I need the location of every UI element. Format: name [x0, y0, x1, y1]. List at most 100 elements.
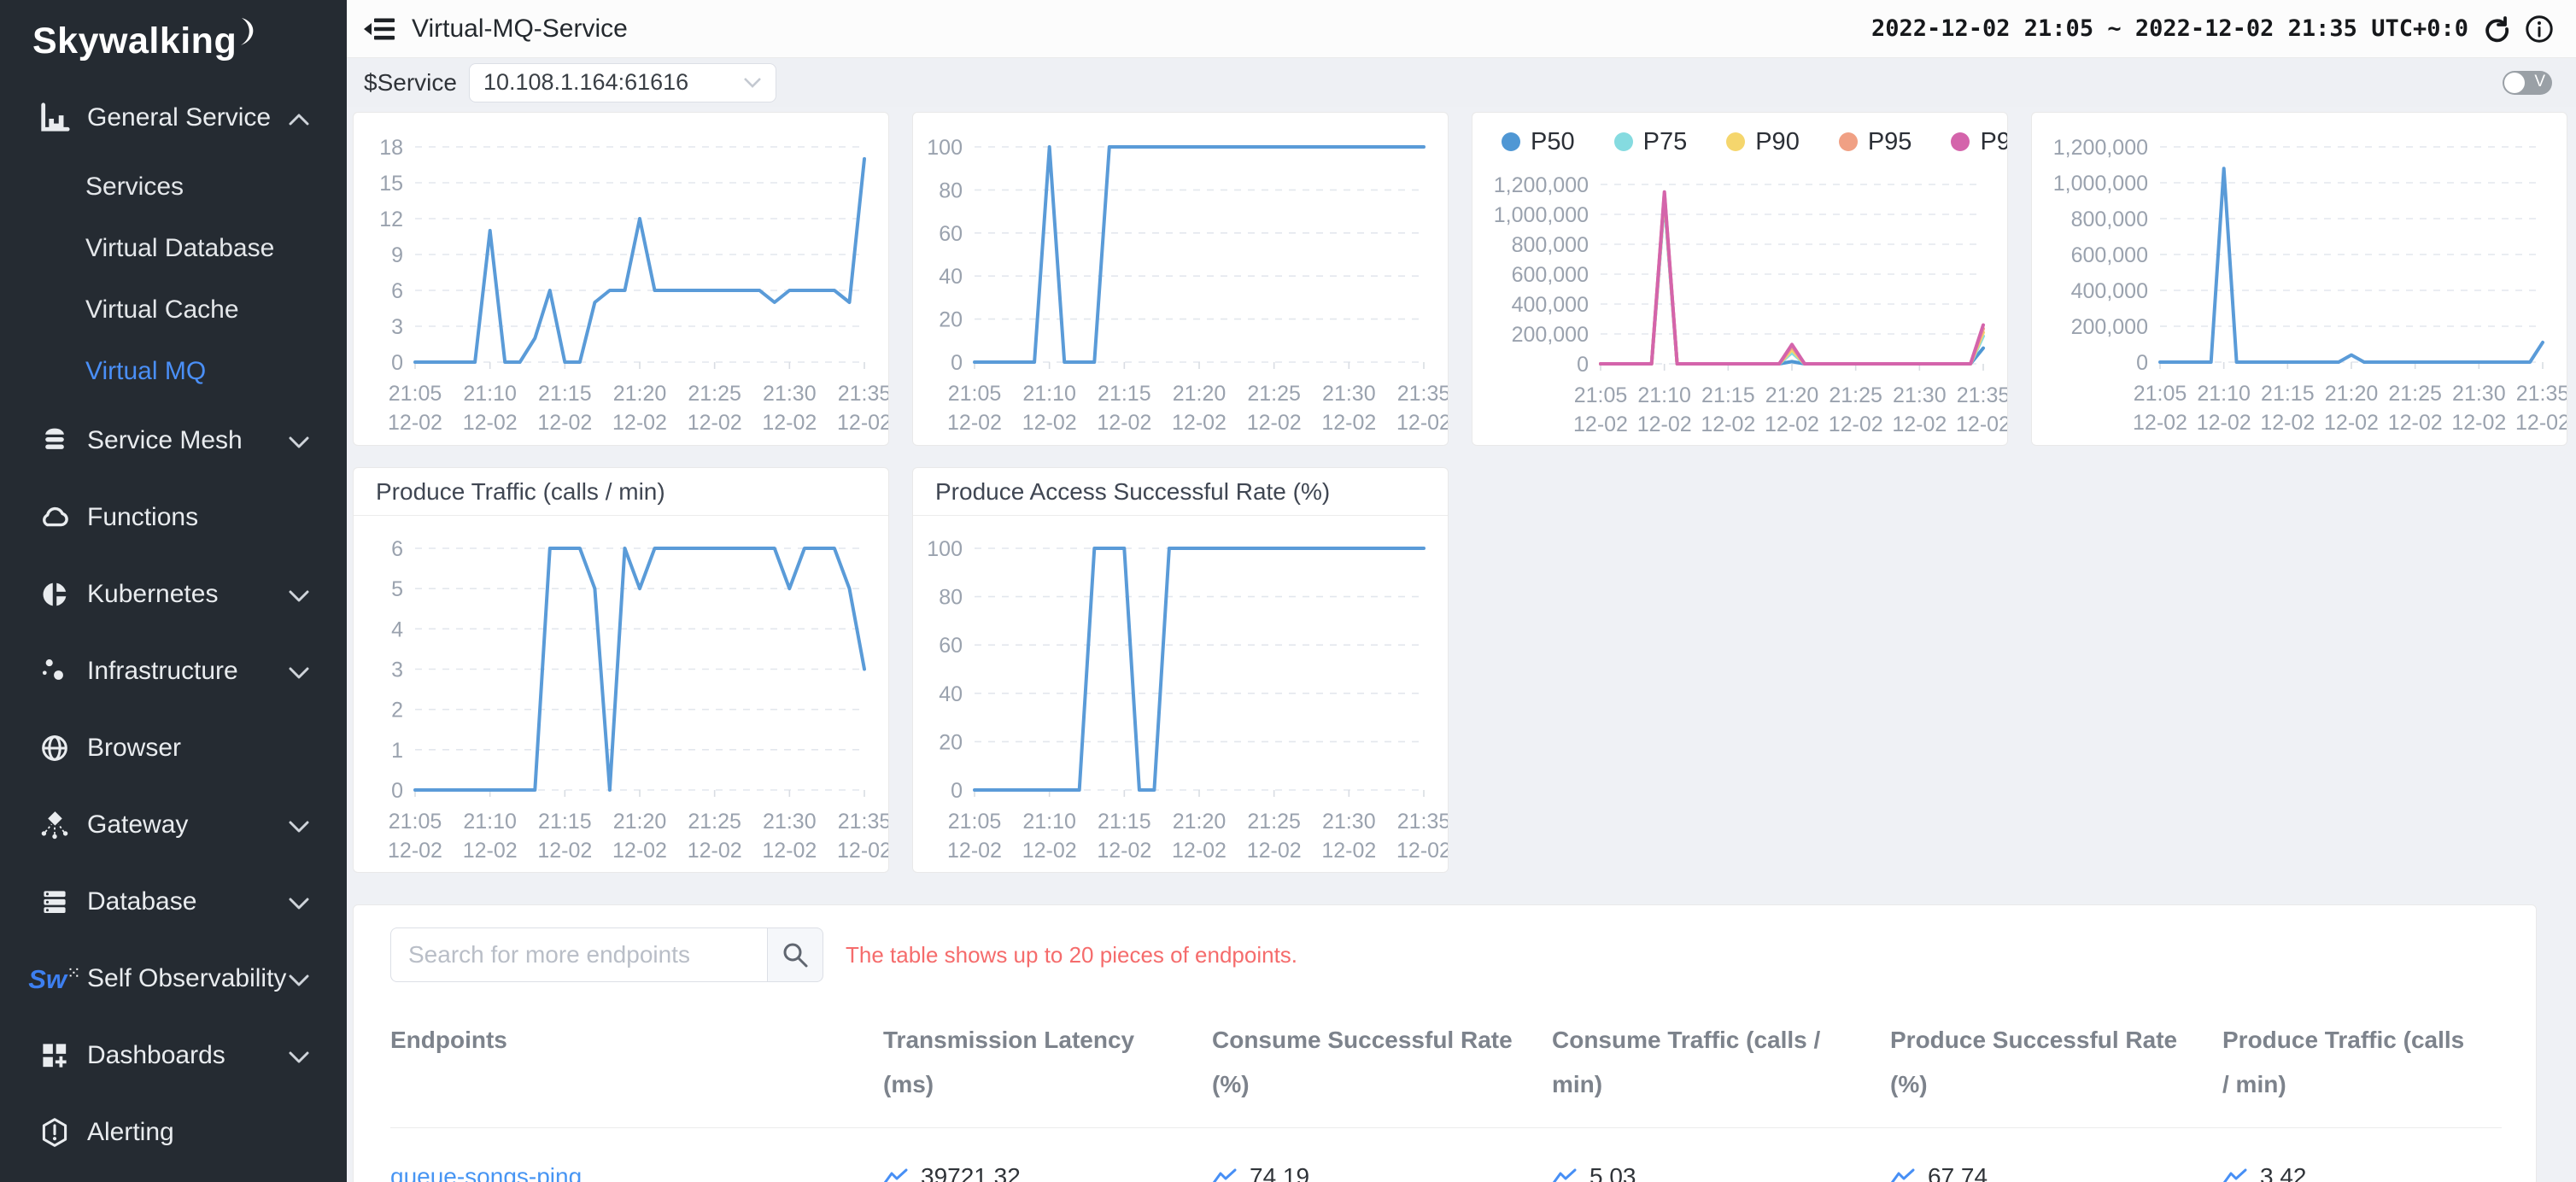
svg-text:21:20: 21:20	[1173, 382, 1227, 406]
chart-canvas[interactable]: 0200,000400,000600,000800,0001,000,0001,…	[2032, 118, 2567, 443]
chevron-down-icon	[743, 77, 762, 88]
svg-text:21:15: 21:15	[1098, 382, 1151, 406]
svg-text:21:25: 21:25	[1247, 382, 1301, 406]
alert-icon	[36, 1115, 73, 1150]
legend-item-p99[interactable]: P99	[1951, 128, 2008, 156]
sidebar-item-service-mesh[interactable]: Service Mesh	[0, 402, 347, 479]
svg-text:21:20: 21:20	[1765, 383, 1819, 407]
svg-text:5: 5	[391, 577, 403, 601]
sidebar-item-services[interactable]: Services	[0, 156, 347, 218]
svg-text:40: 40	[939, 265, 963, 289]
service-select-value: 10.108.1.164:61616	[483, 69, 688, 96]
legend-item-p90[interactable]: P90	[1726, 128, 1800, 156]
sidebar-item-infrastructure[interactable]: Infrastructure	[0, 633, 347, 710]
refresh-icon[interactable]	[2482, 15, 2511, 44]
sidebar-item-label: Gateway	[87, 810, 188, 840]
view-toggle[interactable]: V	[2503, 71, 2552, 95]
sparkline-icon[interactable]	[1890, 1167, 1916, 1182]
topbar-right: 2022-12-02 21:05 ~ 2022-12-02 21:35 UTC+…	[1871, 15, 2554, 44]
svg-text:12-02: 12-02	[1022, 839, 1077, 863]
svg-text:12-02: 12-02	[1637, 413, 1692, 436]
sidebar-item-dashboards[interactable]: Dashboards	[0, 1017, 347, 1094]
svg-text:12-02: 12-02	[612, 839, 667, 863]
sidebar-item-label: Service Mesh	[87, 426, 243, 455]
sidebar-item-virtual-mq[interactable]: Virtual MQ	[0, 341, 347, 402]
sparkline-icon[interactable]	[1212, 1167, 1238, 1182]
chart-canvas[interactable]: 02040608010021:0512-0221:1012-0221:1512-…	[913, 516, 1448, 871]
svg-text:21:20: 21:20	[613, 382, 667, 406]
svg-text:21:30: 21:30	[2452, 382, 2506, 406]
chart-panel: Produce Traffic (calls / min)012345621:0…	[353, 467, 889, 873]
svg-text:21:15: 21:15	[538, 382, 592, 406]
sidebar-item-general-service[interactable]: General Service	[0, 79, 347, 156]
svg-text:12-02: 12-02	[762, 411, 817, 435]
svg-text:12-02: 12-02	[688, 411, 742, 435]
sidebar-item-alerting[interactable]: Alerting	[0, 1094, 347, 1171]
database-icon	[36, 884, 73, 920]
service-select[interactable]: 10.108.1.164:61616	[469, 63, 776, 102]
svg-text:21:20: 21:20	[1173, 810, 1227, 834]
legend-item-p50[interactable]: P50	[1502, 128, 1575, 156]
svg-text:12-02: 12-02	[1892, 413, 1947, 436]
chart-canvas[interactable]: 036912151821:0512-0221:1012-0221:1512-02…	[354, 118, 888, 443]
mesh-icon	[36, 423, 73, 459]
svg-text:800,000: 800,000	[2071, 208, 2148, 231]
dashboards-icon	[36, 1038, 73, 1074]
sidebar-item-database[interactable]: Database	[0, 863, 347, 940]
time-range-picker[interactable]: 2022-12-02 21:05 ~ 2022-12-02 21:35 UTC+…	[1871, 15, 2468, 42]
sparkline-icon[interactable]	[883, 1167, 909, 1182]
svg-text:12-02: 12-02	[1247, 839, 1302, 863]
info-icon[interactable]	[2525, 15, 2554, 44]
svg-text:21:25: 21:25	[1247, 810, 1301, 834]
search-button[interactable]	[767, 927, 823, 982]
metric-value: 5.03	[1590, 1163, 1636, 1182]
svg-text:21:05: 21:05	[389, 810, 442, 834]
sidebar-item-label: Functions	[87, 503, 198, 532]
svg-text:20: 20	[939, 308, 963, 332]
column-header-consume-traffic-calls-min: Consume Traffic (calls / min)	[1552, 1018, 1890, 1107]
svg-text:21:05: 21:05	[2134, 382, 2187, 406]
chevron-down-icon	[289, 887, 309, 916]
app-root: Skywalking General ServiceServicesVirtua…	[0, 0, 2576, 1182]
sidebar-item-virtual-cache[interactable]: Virtual Cache	[0, 279, 347, 341]
collapse-sidebar-icon[interactable]	[364, 16, 395, 42]
top-bar: Virtual-MQ-Service 2022-12-02 21:05 ~ 20…	[347, 0, 2576, 58]
sidebar-item-virtual-database[interactable]: Virtual Database	[0, 218, 347, 279]
sparkline-icon[interactable]	[1552, 1167, 1578, 1182]
chart-canvas[interactable]: 0200,000400,000600,000800,0001,000,0001,…	[1472, 162, 2007, 445]
sidebar-item-label: Self Observability	[87, 964, 286, 993]
chart-canvas[interactable]: 012345621:0512-0221:1012-0221:1512-0221:…	[354, 516, 888, 871]
legend-dot-icon	[1951, 132, 1970, 151]
sidebar-item-browser[interactable]: Browser	[0, 710, 347, 787]
svg-text:12-02: 12-02	[612, 411, 667, 435]
svg-text:4: 4	[391, 617, 403, 641]
svg-text:12-02: 12-02	[2260, 411, 2315, 435]
sparkline-icon[interactable]	[2222, 1167, 2248, 1182]
svg-text:6: 6	[391, 279, 403, 303]
search-input[interactable]	[390, 927, 767, 982]
svg-text:12-02: 12-02	[2388, 411, 2443, 435]
endpoint-link[interactable]: queue-songs-ping	[390, 1163, 582, 1182]
svg-text:1,200,000: 1,200,000	[2053, 136, 2148, 160]
svg-text:21:10: 21:10	[463, 810, 517, 834]
svg-text:12-02: 12-02	[688, 839, 742, 863]
chart-row-1: 036912151821:0512-0221:1012-0221:1512-02…	[353, 112, 2569, 446]
sidebar-item-gateway[interactable]: Gateway	[0, 787, 347, 863]
metric-value: 67.74	[1928, 1163, 1988, 1182]
sidebar-item-kubernetes[interactable]: Kubernetes	[0, 556, 347, 633]
chart-canvas[interactable]: 02040608010021:0512-0221:1012-0221:1512-…	[913, 118, 1448, 443]
gateway-icon	[36, 807, 73, 843]
sidebar-item-self-observability[interactable]: Sw⁙Self Observability	[0, 940, 347, 1017]
column-header-produce-traffic-calls-min: Produce Traffic (calls / min)	[2222, 1018, 2502, 1107]
sidebar-item-functions[interactable]: Functions	[0, 479, 347, 556]
legend-item-p95[interactable]: P95	[1839, 128, 1912, 156]
svg-text:0: 0	[391, 351, 403, 375]
sidebar-item-label: General Service	[87, 103, 271, 132]
sidebar-item-label: Infrastructure	[87, 657, 238, 686]
kubernetes-icon	[36, 576, 73, 612]
legend-item-p75[interactable]: P75	[1614, 128, 1688, 156]
svg-text:200,000: 200,000	[1512, 323, 1589, 347]
svg-text:21:15: 21:15	[2261, 382, 2315, 406]
svg-text:21:05: 21:05	[948, 382, 1002, 406]
svg-text:100: 100	[927, 537, 963, 561]
